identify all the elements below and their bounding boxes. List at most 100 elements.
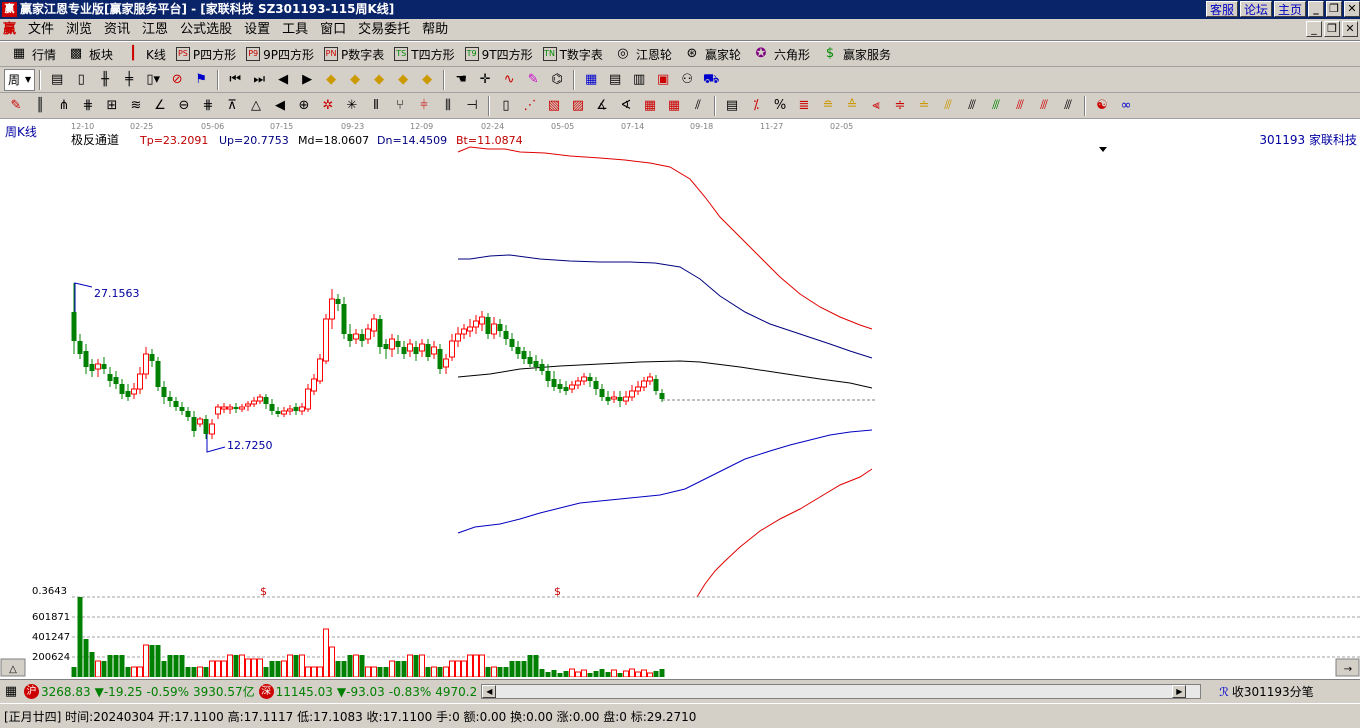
menu-gann[interactable]: 江恩	[136, 20, 174, 40]
hatch-icon[interactable]: ▧	[544, 96, 564, 116]
dropdown-arrow-icon[interactable]	[1099, 147, 1107, 152]
gann-box-icon[interactable]: ⊞	[102, 96, 122, 116]
zoom-out-icon[interactable]: ◆	[345, 70, 365, 90]
angle2-icon[interactable]: ∡	[592, 96, 612, 116]
target-icon[interactable]: ⊕	[294, 96, 314, 116]
channel2-icon[interactable]: ≐	[914, 96, 934, 116]
table-icon[interactable]: ▤	[605, 70, 625, 90]
hexagon-button[interactable]: ✪ 六角形	[746, 43, 815, 65]
fan4-icon[interactable]: ⫻	[986, 96, 1006, 116]
minimize-icon[interactable]: _	[1308, 1, 1324, 17]
bracket-icon[interactable]: ⊣	[462, 96, 482, 116]
grid-lines-icon[interactable]: ⋕	[198, 96, 218, 116]
delete-icon[interactable]: ▯	[496, 96, 516, 116]
t9-square-button[interactable]: T9 9T四方形	[460, 43, 538, 65]
prev-icon[interactable]: ◀	[273, 70, 293, 90]
p-number-button[interactable]: PN P数字表	[319, 43, 389, 65]
scroll-left-icon[interactable]: ◀	[482, 685, 497, 698]
home-link[interactable]: 主页	[1273, 1, 1306, 17]
scroll-up-button[interactable]: △	[0, 658, 26, 677]
report-icon[interactable]: ▥	[629, 70, 649, 90]
menu-help[interactable]: 帮助	[416, 20, 454, 40]
fork-icon[interactable]: ⑂	[390, 96, 410, 116]
calendar-icon[interactable]: ▦	[581, 70, 601, 90]
zoom-in-icon[interactable]: ◆	[321, 70, 341, 90]
circle-icon[interactable]: ⊖	[174, 96, 194, 116]
spread-icon[interactable]: ⫷	[866, 96, 886, 116]
bars-icon[interactable]: ╫	[95, 70, 115, 90]
percent-icon[interactable]: %	[770, 96, 790, 116]
infinity-icon[interactable]: ∞	[1116, 96, 1136, 116]
fibo-icon[interactable]: ⊼	[222, 96, 242, 116]
t-square-button[interactable]: TS T四方形	[389, 43, 459, 65]
horizontal-scrollbar[interactable]: ◀ ▶	[481, 684, 1202, 699]
restore-icon[interactable]: ❐	[1326, 1, 1342, 17]
first-icon[interactable]: ⏮	[225, 70, 245, 90]
last-icon[interactable]: ⏭	[249, 70, 269, 90]
lattice-icon[interactable]: ▦	[640, 96, 660, 116]
level2-icon[interactable]: ≘	[818, 96, 838, 116]
scroll-right-button[interactable]: →	[1335, 658, 1360, 677]
level-icon[interactable]: ≣	[794, 96, 814, 116]
fan5-icon[interactable]: ⫻	[1010, 96, 1030, 116]
gann-fan-icon[interactable]: ⋔	[54, 96, 74, 116]
slope-icon[interactable]: ⫽	[688, 96, 708, 116]
save-icon[interactable]: ▣	[653, 70, 673, 90]
cycle-icon[interactable]: ⫼	[438, 96, 458, 116]
mdi-close-icon[interactable]: ✕	[1342, 21, 1358, 37]
forum-link[interactable]: 论坛	[1239, 1, 1272, 17]
t-number-button[interactable]: TN T数字表	[538, 43, 608, 65]
chart-type-icon[interactable]: ▯▾	[143, 70, 163, 90]
menu-tools[interactable]: 工具	[276, 20, 314, 40]
people-icon[interactable]: ⚇	[677, 70, 697, 90]
channel-icon[interactable]: ≑	[890, 96, 910, 116]
percent-slash-icon[interactable]: ⁒	[746, 96, 766, 116]
shrink-icon[interactable]: ◆	[417, 70, 437, 90]
fan3-icon[interactable]: ⫻	[962, 96, 982, 116]
copy-icon[interactable]: ▯	[71, 70, 91, 90]
taiji-icon[interactable]: ☯	[1092, 96, 1112, 116]
red-fan-icon[interactable]: ⋰	[520, 96, 540, 116]
winner-wheel-button[interactable]: ⊛ 赢家轮	[677, 43, 746, 65]
angle3-icon[interactable]: ∢	[616, 96, 636, 116]
close-icon[interactable]: ✕	[1344, 1, 1360, 17]
grid-toggle-icon[interactable]: ▤	[47, 70, 67, 90]
mdi-minimize-icon[interactable]: _	[1306, 21, 1322, 37]
line-icon[interactable]: ∿	[499, 70, 519, 90]
vertical-lines-icon[interactable]: ║	[30, 96, 50, 116]
fan6-icon[interactable]: ⫻	[1034, 96, 1054, 116]
angle-icon[interactable]: ∠	[150, 96, 170, 116]
pen-icon[interactable]: ✎	[523, 70, 543, 90]
menu-info[interactable]: 资讯	[98, 20, 136, 40]
menu-trade[interactable]: 交易委托	[352, 20, 416, 40]
menu-formula[interactable]: 公式选股	[174, 20, 238, 40]
mdi-restore-icon[interactable]: ❐	[1324, 21, 1340, 37]
gann-wheel-button[interactable]: ◎ 江恩轮	[608, 43, 677, 65]
market-grid-icon[interactable]: ▦	[2, 682, 20, 702]
winner-service-button[interactable]: $ 赢家服务	[815, 43, 896, 65]
menu-settings[interactable]: 设置	[238, 20, 276, 40]
period-select[interactable]: 周 ▼	[4, 68, 36, 91]
hand-icon[interactable]: ☚	[451, 70, 471, 90]
menu-window[interactable]: 窗口	[314, 20, 352, 40]
lattice2-icon[interactable]: ▦	[664, 96, 684, 116]
menu-browse[interactable]: 浏览	[60, 20, 98, 40]
menu-file[interactable]: 文件	[22, 20, 60, 40]
hatch2-icon[interactable]: ▨	[568, 96, 588, 116]
level3-icon[interactable]: ≙	[842, 96, 862, 116]
fan7-icon[interactable]: ⫻	[1058, 96, 1078, 116]
triangle-icon[interactable]: △	[246, 96, 266, 116]
service-link[interactable]: 客服	[1205, 1, 1238, 17]
period-icon[interactable]: ⫴	[366, 96, 386, 116]
spiral-icon[interactable]: ✳	[342, 96, 362, 116]
arrow-left-icon[interactable]: ◀	[270, 96, 290, 116]
tick-data-button[interactable]: ℛ 收301193分笔	[1219, 683, 1313, 700]
truck-icon[interactable]: ⛟	[701, 70, 721, 90]
p-square-button[interactable]: PS P四方形	[171, 43, 241, 65]
kline-button[interactable]: ┃ K线	[118, 43, 171, 65]
kline-chart[interactable]: 12-10 02-25 05-06 07-15 09-23 12-09 02-2…	[0, 119, 1360, 677]
scroll-right-icon[interactable]: ▶	[1172, 685, 1187, 698]
crosshair-icon[interactable]: ✛	[475, 70, 495, 90]
gann-grid-icon[interactable]: ⋕	[78, 96, 98, 116]
speed-icon[interactable]: ⫩	[414, 96, 434, 116]
